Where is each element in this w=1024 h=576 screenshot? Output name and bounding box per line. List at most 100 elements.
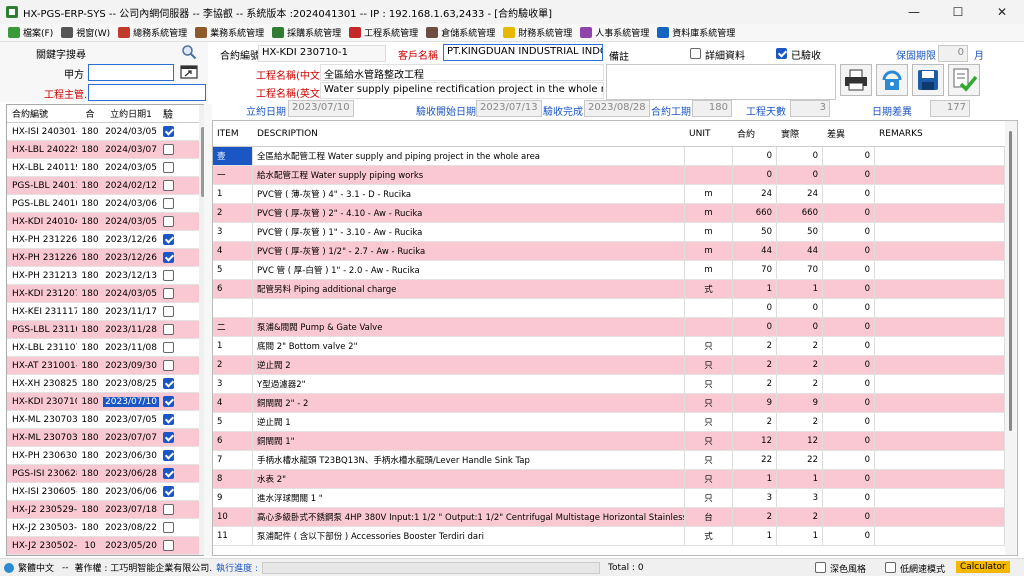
- contract-row[interactable]: HX-ML 230703-11802023/07/05: [7, 411, 207, 429]
- item-cell[interactable]: 10: [213, 508, 253, 526]
- days-cell[interactable]: 180: [77, 163, 103, 173]
- date-cell[interactable]: 2024/03/05: [103, 163, 159, 173]
- date-cell[interactable]: 2024/03/05: [103, 289, 159, 299]
- search-icon[interactable]: [178, 43, 200, 61]
- description-cell[interactable]: 逆止閥 1: [253, 413, 685, 431]
- contract-row[interactable]: HX-ML 230703-21802023/07/07: [7, 429, 207, 447]
- contract-row[interactable]: HX-KDI 230710-11802023/07/10: [7, 393, 207, 411]
- contract-no-field[interactable]: HX-KDI 230710-1: [258, 45, 386, 62]
- unlock-icon[interactable]: [876, 64, 908, 96]
- contract-row[interactable]: HX-J2 230503-1 180 2023/08/22: [7, 519, 207, 537]
- description-cell[interactable]: PVC管 ( 厚-灰管 ) 1" - 3.10 - Aw - Rucika: [253, 223, 685, 241]
- menu-item-4[interactable]: 採購系統管理: [272, 24, 341, 42]
- contract-no-cell[interactable]: HX-LBL 240119-12: [7, 163, 77, 173]
- col-contract[interactable]: 合約: [733, 121, 777, 146]
- actual-qty-cell[interactable]: 2: [777, 508, 823, 526]
- description-cell[interactable]: 給水配管工程 Water supply piping works: [253, 166, 685, 184]
- low-speed-checkbox[interactable]: [885, 562, 896, 573]
- unit-cell[interactable]: 式: [685, 527, 733, 545]
- accepted-checkbox[interactable]: [162, 126, 174, 137]
- description-cell[interactable]: 逆止閥 2: [253, 356, 685, 374]
- diff-cell[interactable]: 0: [823, 166, 875, 184]
- item-row[interactable]: 000: [213, 299, 1017, 318]
- accepted-checkbox[interactable]: [162, 288, 174, 299]
- date-cell[interactable]: 2023/08/22: [103, 523, 159, 533]
- eng-days-field[interactable]: 3: [790, 100, 830, 117]
- actual-qty-cell[interactable]: 0: [777, 299, 823, 317]
- diff-cell[interactable]: 0: [823, 375, 875, 393]
- description-cell[interactable]: 全區給水配管工程 Water supply and piping project…: [253, 147, 685, 165]
- contract-row[interactable]: PGS-LBL 240108-111802024/03/06: [7, 195, 207, 213]
- item-row[interactable]: 8 水表 2" 只 1 1 0: [213, 470, 1017, 489]
- actual-qty-cell[interactable]: 1: [777, 280, 823, 298]
- col-date[interactable]: 立約日期1: [103, 107, 159, 120]
- contract-qty-cell[interactable]: 22: [733, 451, 777, 469]
- name-en-field[interactable]: Water supply pipeline rectification proj…: [320, 82, 604, 99]
- contract-no-cell[interactable]: PGS-LBL 231109-17: [7, 325, 77, 335]
- item-row[interactable]: 1 PVC管 ( 薄-灰管 ) 4" - 3.1 - D - Rucika m 24 2…: [213, 185, 1017, 204]
- detail-checkbox[interactable]: [690, 48, 701, 59]
- splitter[interactable]: [204, 104, 212, 556]
- item-cell[interactable]: 2: [213, 356, 253, 374]
- actual-qty-cell[interactable]: 0: [777, 166, 823, 184]
- item-cell[interactable]: 1: [213, 185, 253, 203]
- date-diff-field[interactable]: 177: [930, 100, 970, 117]
- col-diff[interactable]: 差異: [823, 121, 875, 146]
- contract-no-cell[interactable]: HX-J2 230502-1: [7, 541, 77, 551]
- unit-cell[interactable]: 只: [685, 394, 733, 412]
- diff-cell[interactable]: 0: [823, 337, 875, 355]
- remarks-cell[interactable]: [875, 489, 1005, 507]
- remarks-cell[interactable]: [875, 147, 1005, 165]
- remarks-cell[interactable]: [875, 508, 1005, 526]
- date-cell[interactable]: 2024/03/05: [103, 217, 159, 227]
- item-row[interactable]: 6 銅閘閥 1" 只 12 12 0: [213, 432, 1017, 451]
- contract-no-cell[interactable]: HX-ISI 230605-1: [7, 487, 77, 497]
- unit-cell[interactable]: 只: [685, 413, 733, 431]
- unit-cell[interactable]: m: [685, 242, 733, 260]
- item-row[interactable]: 5 逆止閥 1只220: [213, 413, 1017, 432]
- unit-cell[interactable]: 只: [685, 489, 733, 507]
- contract-no-cell[interactable]: HX-PH 230630-1: [7, 451, 77, 461]
- date-cell[interactable]: 2023/08/25: [103, 379, 159, 389]
- date-cell[interactable]: 2024/03/07: [103, 145, 159, 155]
- date-cell[interactable]: 2023/06/30: [103, 451, 159, 461]
- actual-qty-cell[interactable]: 660: [777, 204, 823, 222]
- description-cell[interactable]: 進水浮球開關 1 ": [253, 489, 685, 507]
- description-cell[interactable]: 銅閘閥 2" - 2: [253, 394, 685, 412]
- remarks-cell[interactable]: [875, 261, 1005, 279]
- days-cell[interactable]: 180: [77, 199, 103, 209]
- contract-no-cell[interactable]: HX-PH 231226-1: [7, 235, 77, 245]
- contract-row[interactable]: HX-J2 230502-1 10 2023/05/20: [7, 537, 207, 555]
- remarks-cell[interactable]: [875, 413, 1005, 431]
- days-cell[interactable]: 180: [77, 505, 103, 515]
- accepted-checkbox[interactable]: [162, 432, 174, 443]
- menu-item-7[interactable]: 財務系統管理: [503, 24, 572, 42]
- contract-qty-cell[interactable]: 1: [733, 280, 777, 298]
- date-cell[interactable]: 2023/07/10: [103, 396, 159, 407]
- contract-row[interactable]: HX-PH 231226-11802023/12/26: [7, 231, 207, 249]
- contract-no-cell[interactable]: HX-J2 230503-1: [7, 523, 77, 533]
- close-button[interactable]: ✕: [980, 0, 1024, 24]
- menu-item-0[interactable]: 檔案(F): [8, 24, 53, 42]
- contract-no-cell[interactable]: PGS-LBL 240108-11: [7, 199, 77, 209]
- minimize-button[interactable]: —: [892, 0, 936, 24]
- description-cell[interactable]: 手柄水槽水龍頭 T23BQ13N、手柄水槽水龍頭/Lever Handle Si…: [253, 451, 685, 469]
- actual-qty-cell[interactable]: 22: [777, 451, 823, 469]
- contract-qty-cell[interactable]: 70: [733, 261, 777, 279]
- items-grid-scrollbar[interactable]: [1005, 121, 1017, 555]
- actual-qty-cell[interactable]: 0: [777, 147, 823, 165]
- maximize-button[interactable]: ☐: [936, 0, 980, 24]
- diff-cell[interactable]: 0: [823, 394, 875, 412]
- contract-row[interactable]: HX-ISI 230605-11802023/06/06: [7, 483, 207, 501]
- accepted-checkbox[interactable]: [162, 396, 174, 407]
- accepted-checkbox[interactable]: [162, 306, 174, 317]
- remarks-cell[interactable]: [875, 204, 1005, 222]
- contract-no-cell[interactable]: HX-KDI 230710-1: [7, 397, 77, 407]
- unit-cell[interactable]: 只: [685, 337, 733, 355]
- contract-no-cell[interactable]: HX-J2 230529-1: [7, 505, 77, 515]
- unit-cell[interactable]: m: [685, 204, 733, 222]
- description-cell[interactable]: Y型過濾器2": [253, 375, 685, 393]
- diff-cell[interactable]: 0: [823, 223, 875, 241]
- calculator-button[interactable]: Calculator: [956, 561, 1010, 573]
- days-cell[interactable]: 180: [77, 397, 103, 407]
